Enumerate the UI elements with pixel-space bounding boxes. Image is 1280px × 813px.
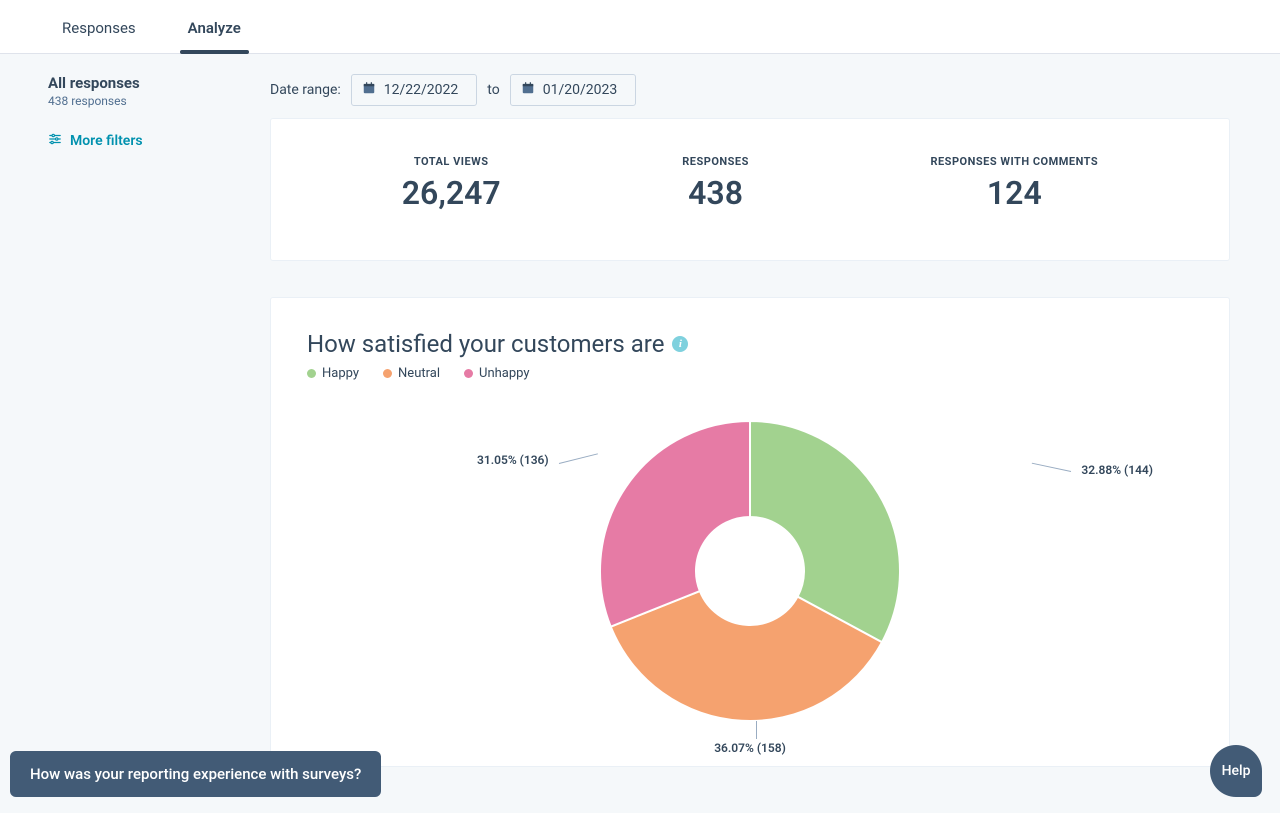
chart-title: How satisfied your customers are (307, 330, 664, 358)
date-to-value: 01/20/2023 (543, 82, 618, 98)
calendar-icon (362, 81, 376, 99)
satisfaction-chart-card: How satisfied your customers are i Happy… (270, 297, 1230, 767)
stat-value: 438 (682, 174, 749, 212)
date-range-label: Date range: (270, 82, 341, 98)
info-icon[interactable]: i (672, 336, 688, 352)
stat-responses-with-comments: RESPONSES WITH COMMENTS 124 (930, 155, 1098, 212)
slice-label-neutral: 36.07% (158) (714, 741, 786, 755)
sidebar-title: All responses (48, 74, 246, 92)
stat-responses: RESPONSES 438 (682, 155, 749, 212)
legend-item-neutral[interactable]: Neutral (383, 366, 440, 381)
stat-value: 26,247 (402, 174, 501, 212)
legend-item-happy[interactable]: Happy (307, 366, 359, 381)
stat-label: RESPONSES (682, 155, 749, 168)
date-from-input[interactable]: 12/22/2022 (351, 74, 478, 106)
legend-dot (383, 369, 392, 378)
slice-label-happy: 32.88% (144) (1081, 463, 1153, 477)
date-from-value: 12/22/2022 (384, 82, 459, 98)
date-range-row: Date range: 12/22/2022 to 01/20/2023 (270, 74, 1230, 106)
stat-label: TOTAL VIEWS (402, 155, 501, 168)
sidebar: All responses 438 responses More filters (0, 54, 270, 813)
donut-slice-unhappy[interactable] (600, 421, 750, 627)
filter-icon (48, 132, 62, 150)
slice-leader-line (559, 453, 598, 464)
stat-total-views: TOTAL VIEWS 26,247 (402, 155, 501, 212)
legend-label: Unhappy (479, 366, 530, 381)
slice-label-unhappy: 31.05% (136) (477, 453, 549, 467)
donut-slice-happy[interactable] (750, 421, 900, 642)
chart-legend: Happy Neutral Unhappy (307, 366, 1193, 381)
main-content: Date range: 12/22/2022 to 01/20/2023 TOT… (270, 54, 1280, 813)
legend-label: Happy (322, 366, 359, 381)
date-to-label: to (487, 82, 499, 98)
tab-responses[interactable]: Responses (48, 5, 150, 53)
legend-item-unhappy[interactable]: Unhappy (464, 366, 530, 381)
stat-value: 124 (930, 174, 1098, 212)
date-to-input[interactable]: 01/20/2023 (510, 74, 637, 106)
feedback-prompt[interactable]: How was your reporting experience with s… (10, 751, 381, 797)
more-filters-label: More filters (70, 133, 143, 149)
donut-chart: 32.88% (144) 36.07% (158) 31.05% (136) (307, 391, 1193, 751)
tab-analyze[interactable]: Analyze (174, 5, 255, 53)
slice-leader-line (756, 721, 757, 739)
legend-dot (464, 369, 473, 378)
legend-label: Neutral (398, 366, 440, 381)
stats-card: TOTAL VIEWS 26,247 RESPONSES 438 RESPONS… (270, 118, 1230, 261)
stat-label: RESPONSES WITH COMMENTS (930, 155, 1098, 168)
tab-bar: Responses Analyze (0, 0, 1280, 54)
slice-leader-line (1032, 463, 1071, 472)
help-button[interactable]: Help (1210, 745, 1262, 797)
more-filters-button[interactable]: More filters (48, 132, 246, 150)
sidebar-subtitle: 438 responses (48, 94, 246, 108)
legend-dot (307, 369, 316, 378)
calendar-icon (521, 81, 535, 99)
